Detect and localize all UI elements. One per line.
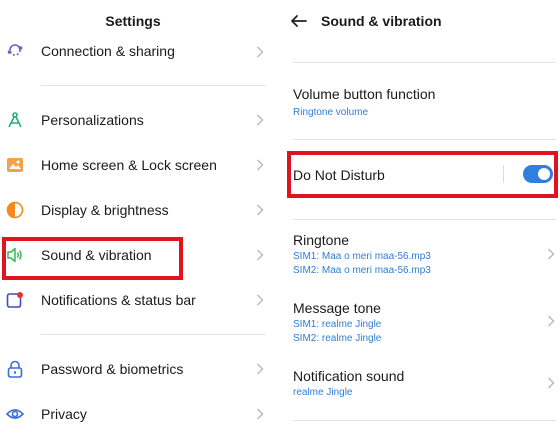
settings-pane: Settings Connection & sharing Personaliz… [0, 0, 280, 439]
chevron-right-icon [257, 294, 264, 306]
chevron-right-icon [548, 248, 555, 260]
pane-gap [278, 0, 282, 439]
item-subtitle-sim2: SIM2: Maa o meri maa-56.mp3 [293, 265, 431, 276]
settings-item-sound-vibration[interactable]: Sound & vibration [0, 243, 280, 267]
divider [41, 85, 266, 86]
chevron-right-icon [548, 377, 555, 389]
divider [41, 334, 266, 335]
page-title: Sound & vibration [321, 13, 442, 29]
settings-item-label: Privacy [41, 406, 87, 422]
notification-sound-item[interactable]: Notification sound realme Jingle [280, 364, 560, 404]
item-subtitle: realme Jingle [293, 387, 353, 398]
notifications-icon [6, 292, 23, 308]
personalizations-icon [8, 112, 22, 128]
settings-item-label: Password & biometrics [41, 361, 184, 377]
toggle-knob [538, 168, 550, 180]
chevron-right-icon [257, 249, 264, 261]
chevron-right-icon [257, 363, 264, 375]
settings-item-label: Display & brightness [41, 202, 169, 218]
chevron-right-icon [257, 204, 264, 216]
chevron-right-icon [257, 114, 264, 126]
chevron-right-icon [257, 159, 264, 171]
item-title: Do Not Disturb [293, 167, 385, 183]
settings-item-connection[interactable]: Connection & sharing [0, 38, 280, 64]
lock-icon [7, 360, 23, 378]
connection-icon [7, 44, 23, 56]
ringtone-item[interactable]: Ringtone SIM1: Maa o meri maa-56.mp3 SIM… [280, 228, 560, 280]
divider [293, 62, 556, 63]
divider [293, 139, 556, 140]
divider [293, 219, 556, 220]
settings-item-label: Personalizations [41, 112, 144, 128]
item-subtitle-sim1: SIM1: realme Jingle [293, 319, 382, 330]
settings-item-password[interactable]: Password & biometrics [0, 357, 280, 381]
page-title: Settings [105, 13, 161, 29]
volume-button-function-item[interactable]: Volume button function Ringtone volume [280, 80, 560, 126]
display-brightness-icon [6, 201, 24, 219]
home-screen-icon [7, 158, 23, 172]
chevron-right-icon [257, 46, 264, 58]
settings-item-display[interactable]: Display & brightness [0, 198, 280, 222]
sound-vibration-pane: Sound & vibration Volume button function… [280, 0, 560, 439]
item-title: Message tone [293, 300, 381, 316]
chevron-right-icon [548, 315, 555, 327]
divider [293, 420, 556, 421]
sound-header: Sound & vibration [280, 0, 560, 42]
settings-item-label: Home screen & Lock screen [41, 157, 217, 173]
settings-header: Settings [0, 0, 280, 42]
settings-item-label: Notifications & status bar [41, 292, 196, 308]
privacy-eye-icon [6, 409, 24, 419]
settings-item-personalizations[interactable]: Personalizations [0, 108, 280, 132]
settings-item-home-screen[interactable]: Home screen & Lock screen [0, 153, 280, 177]
do-not-disturb-item[interactable]: Do Not Disturb [280, 158, 560, 192]
item-title: Volume button function [293, 86, 436, 102]
item-subtitle: Ringtone volume [293, 107, 369, 118]
back-arrow-icon[interactable] [289, 11, 309, 31]
toggle-separator [503, 165, 504, 183]
settings-item-label: Sound & vibration [41, 247, 152, 263]
item-subtitle-sim1: SIM1: Maa o meri maa-56.mp3 [293, 251, 431, 262]
message-tone-item[interactable]: Message tone SIM1: realme Jingle SIM2: r… [280, 296, 560, 348]
speaker-icon [7, 247, 22, 263]
item-subtitle-sim2: SIM2: realme Jingle [293, 333, 382, 344]
do-not-disturb-toggle[interactable] [523, 165, 553, 183]
chevron-right-icon [257, 408, 264, 420]
item-title: Ringtone [293, 232, 350, 248]
settings-item-label: Connection & sharing [41, 43, 175, 59]
settings-item-notifications[interactable]: Notifications & status bar [0, 288, 280, 312]
settings-item-privacy[interactable]: Privacy [0, 402, 280, 426]
item-title: Notification sound [293, 368, 405, 384]
